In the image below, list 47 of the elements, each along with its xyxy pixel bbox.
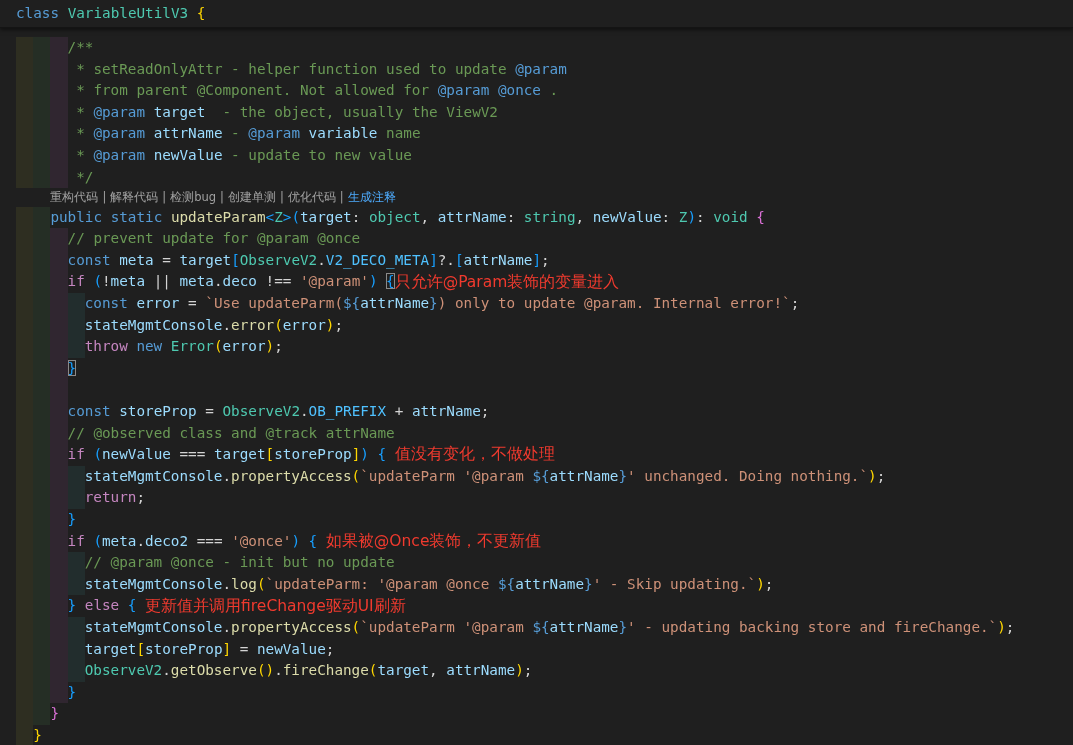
codelens-link[interactable]: 优化代码 xyxy=(287,189,336,205)
code-line: if (newValue === target[storeProp]) { xyxy=(67,445,388,465)
code-line: } xyxy=(50,704,59,724)
code-line: stateMgmtConsole.error(error); xyxy=(84,315,343,335)
codelens-link[interactable]: 检测bug xyxy=(170,189,217,205)
code-line: } xyxy=(67,509,77,529)
codelens-separator: | xyxy=(162,190,167,205)
code-line: * @param newValue - update to new value xyxy=(75,145,412,165)
code-line: stateMgmtConsole.log(`updateParm: '@param @once ${attrName}' - Skip updating.`); xyxy=(84,574,774,594)
code-line: stateMgmtConsole.propertyAccess(`updateParm '@param ${attrName}' - updating backing store and fireChange.`); xyxy=(84,617,1015,637)
codelens-link[interactable]: 重构代码 xyxy=(50,189,99,205)
codelens-link[interactable]: 生成注释 xyxy=(347,189,396,205)
code-line: } xyxy=(67,358,77,378)
codelens-separator: | xyxy=(279,190,284,205)
annotation-text: 只允许@Param装饰的变量进入 xyxy=(394,271,620,293)
code-line: target[storeProp] = newValue; xyxy=(84,639,335,659)
code-line: * from parent @Component. Not allowed for @param @once . xyxy=(75,81,559,101)
annotation-text: 如果被@Once装饰，不更新值 xyxy=(325,530,542,552)
codelens-link[interactable]: 创建单测 xyxy=(227,189,276,205)
code-line: // @observed class and @track attrName xyxy=(67,423,395,443)
code-line: // @param @once - init but no update xyxy=(84,553,395,573)
code-line: const error = `Use updateParm(${attrName}) only to update @param. Internal error!`; xyxy=(84,294,800,314)
codelens-separator: | xyxy=(102,190,107,205)
code-line: const meta = target[ObserveV2.V2_DECO_META]?.[attrName]; xyxy=(67,250,550,271)
annotation-text: 值没有变化，不做处理 xyxy=(394,444,555,466)
code-line: return; xyxy=(84,488,145,508)
code-line: if (meta.deco2 === '@once') { xyxy=(67,531,319,551)
code-line: stateMgmtConsole.propertyAccess(`updateParm '@param ${attrName}' unchanged. Doing nothing.`); xyxy=(84,466,886,486)
annotation-text: 更新值并调用fireChange驱动UI刷新 xyxy=(145,595,406,617)
code-line: class VariableUtilV3 { xyxy=(16,3,206,23)
code-line: if (!meta || meta.deco !== '@param') { xyxy=(67,272,395,292)
code-line: /** xyxy=(67,38,94,57)
codelens-separator: | xyxy=(220,190,224,205)
code-line: } xyxy=(33,725,42,745)
code-line: * setReadOnlyAttr - helper function used to update @param xyxy=(75,59,567,79)
codelens-separator: | xyxy=(339,190,344,205)
code-line: */ xyxy=(75,167,94,187)
code-line: throw new Error(error); xyxy=(84,337,283,357)
code-line: ObserveV2.getObserve().fireChange(target, attrName); xyxy=(84,661,533,681)
code-line: // prevent update for @param @once xyxy=(67,229,361,249)
code-line: * @param attrName - @param variable name xyxy=(75,124,421,144)
code-line: public static updateParam<Z>(target: object, attrName: string, newValue: Z): void { xyxy=(50,207,765,227)
code-line: const storeProp = ObserveV2.OB_PREFIX + attrName; xyxy=(67,402,490,422)
code-line: } else { xyxy=(67,596,138,616)
codelens-link[interactable]: 解释代码 xyxy=(110,189,159,205)
code-line: * @param target - the object, usually the ViewV2 xyxy=(75,102,498,122)
code-line: } xyxy=(67,682,77,702)
